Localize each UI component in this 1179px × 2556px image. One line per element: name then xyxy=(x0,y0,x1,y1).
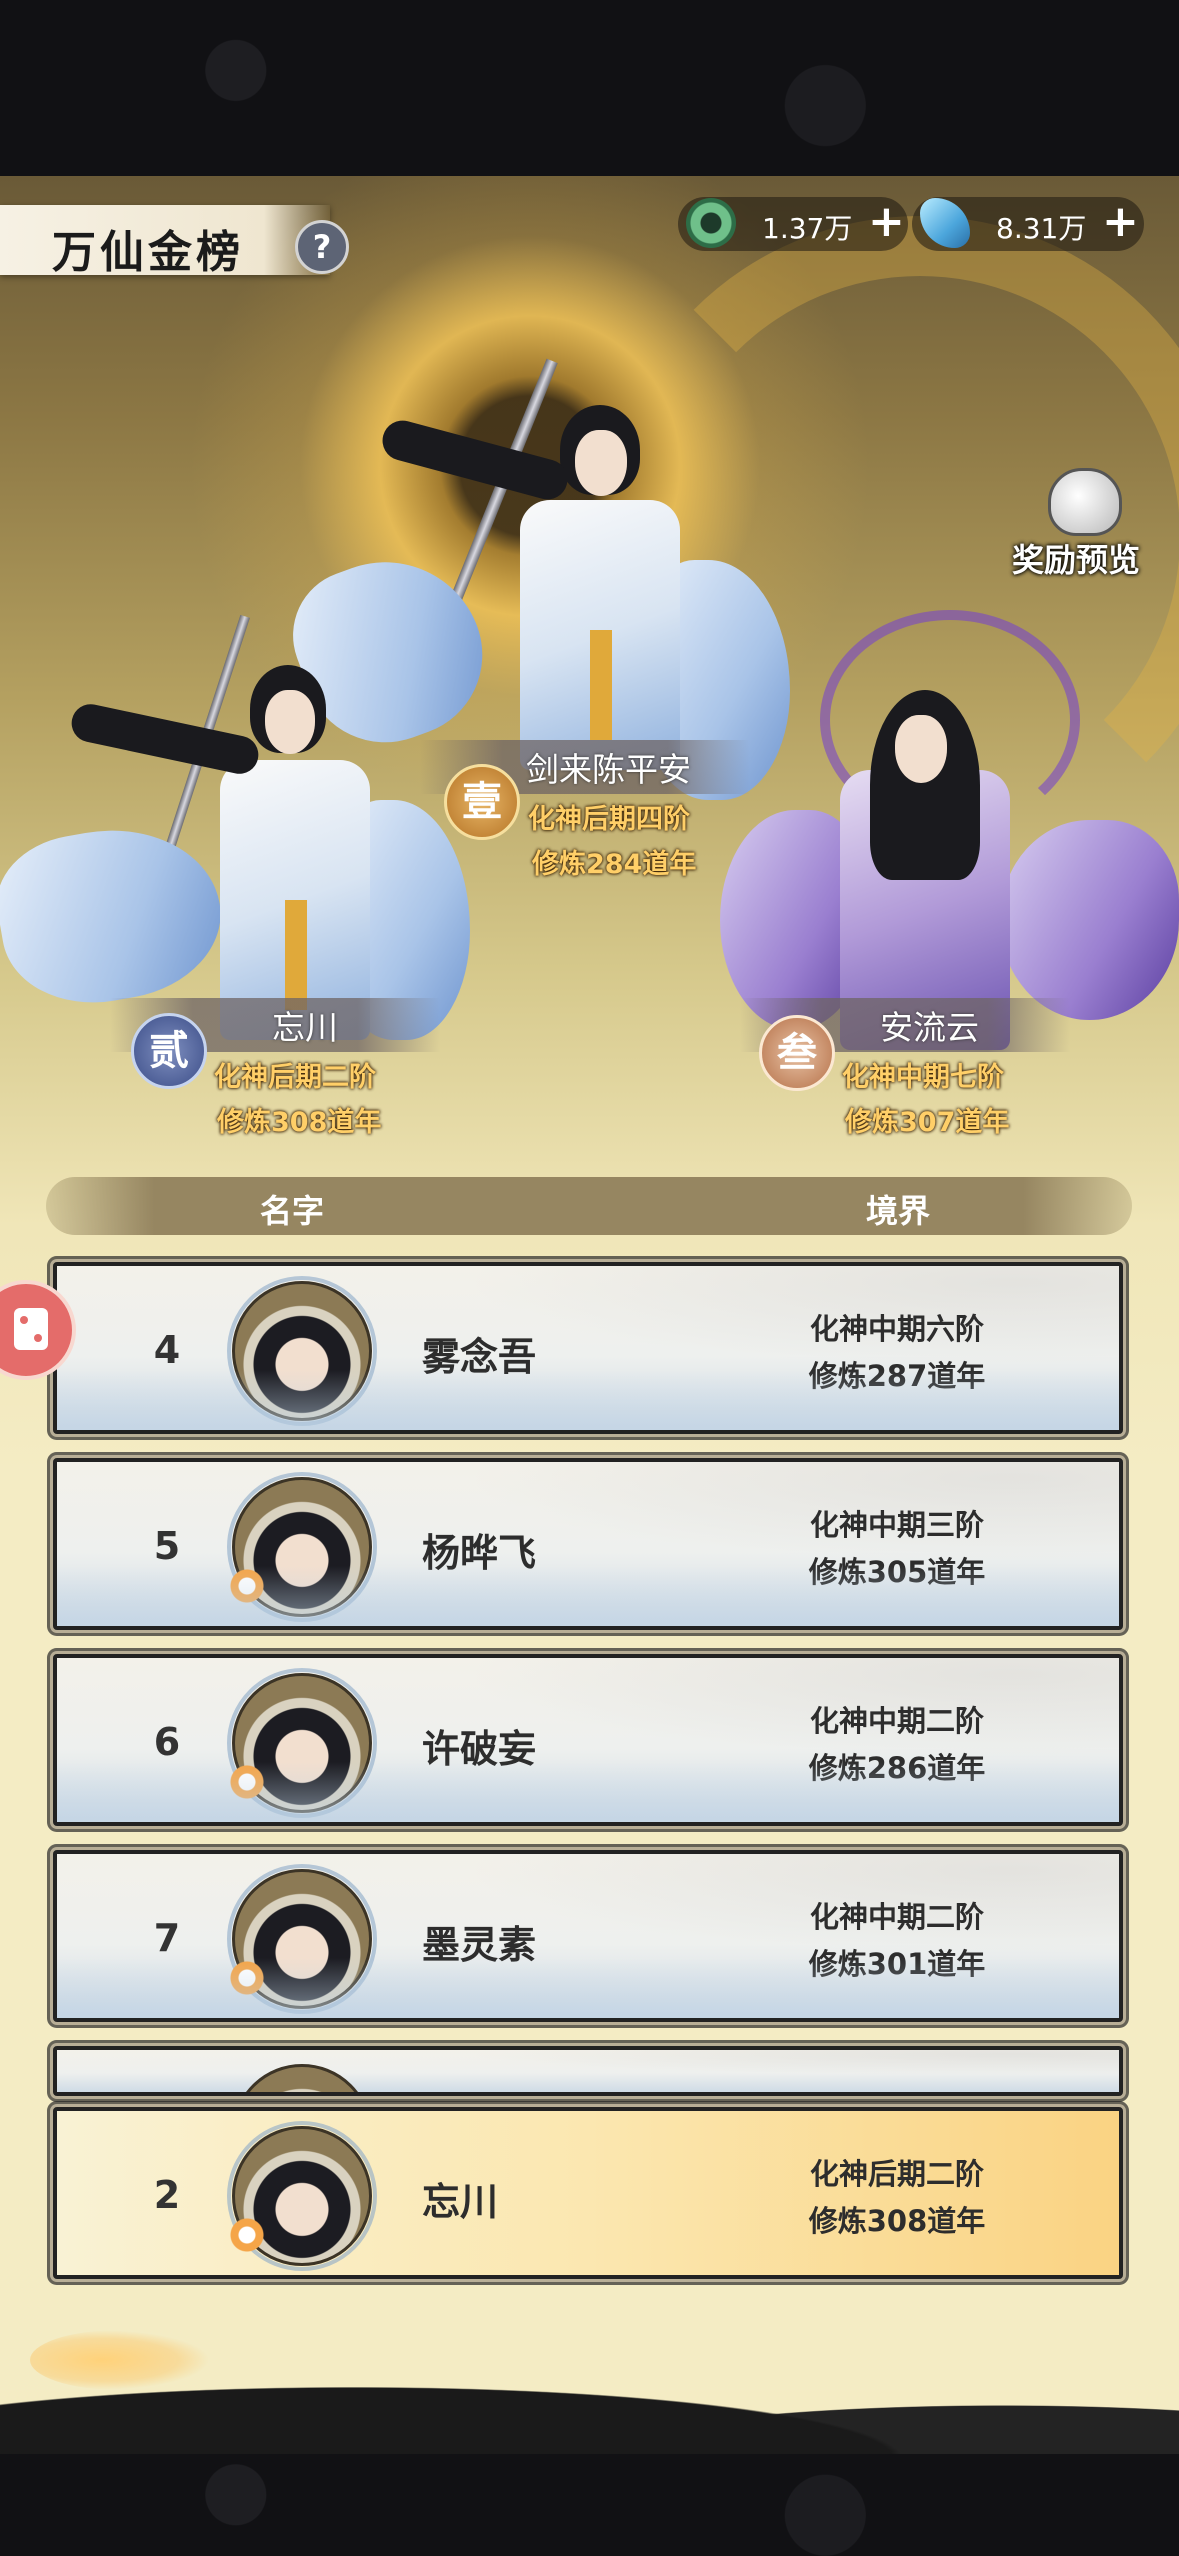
dice-icon xyxy=(14,1308,48,1350)
rank-number: 4 xyxy=(153,1328,181,1372)
champion-cultivation: 修炼284道年 xyxy=(532,849,697,880)
golden-cloud-decoration xyxy=(30,2330,210,2390)
third-place-name[interactable]: 安流云 xyxy=(880,1001,979,1049)
resource-jade-value: 1.37万 xyxy=(762,212,853,245)
jade-ring-icon xyxy=(686,198,736,248)
third-place-realm: 化神中期七阶 xyxy=(842,1062,1004,1093)
help-button[interactable]: ? xyxy=(295,220,349,274)
rank-number: 7 xyxy=(153,1916,181,1960)
runner-up-cultivation: 修炼308道年 xyxy=(217,1107,382,1138)
reward-bag-icon xyxy=(1048,468,1122,536)
player-realm: 化神中期三阶 xyxy=(809,1508,984,1542)
add-jade-button[interactable]: + xyxy=(868,196,905,247)
my-cultivation: 修炼308道年 xyxy=(808,2204,986,2238)
column-header-name: 名字 xyxy=(260,1192,325,1230)
rank-badge-1: 壹 xyxy=(444,764,520,840)
reward-preview-label: 奖励预览 xyxy=(1012,541,1141,579)
rank-number: 6 xyxy=(153,1720,181,1764)
my-rank-number: 2 xyxy=(153,2173,181,2217)
ranking-row-7[interactable]: 7 墨灵素 化神中期二阶 修炼301道年 xyxy=(53,1850,1123,2022)
resource-crystal-value: 8.31万 xyxy=(996,212,1087,245)
ranking-row-6[interactable]: 6 许破妄 化神中期二阶 修炼286道年 xyxy=(53,1654,1123,1826)
page-title: 万仙金榜 xyxy=(52,227,244,278)
ranking-row-5[interactable]: 5 杨晔飞 化神中期三阶 修炼305道年 xyxy=(53,1458,1123,1630)
my-name: 忘川 xyxy=(422,2180,499,2224)
my-realm-block: 化神后期二阶 修炼308道年 xyxy=(757,2151,1037,2245)
column-header-realm: 境界 xyxy=(866,1192,931,1230)
add-crystal-button[interactable]: + xyxy=(1102,196,1139,247)
player-realm: 化神中期二阶 xyxy=(809,1704,984,1738)
rank-badge-3: 叁 xyxy=(759,1015,835,1091)
player-realm: 化神中期二阶 xyxy=(809,1900,984,1934)
runner-up-realm: 化神后期二阶 xyxy=(214,1062,376,1093)
ranking-row-partial[interactable] xyxy=(53,2046,1123,2096)
runner-up-name[interactable]: 忘川 xyxy=(272,1001,338,1049)
rank-number: 5 xyxy=(153,1524,181,1568)
top-status-area xyxy=(0,0,1179,176)
bottom-safe-area xyxy=(0,2454,1179,2556)
ranking-list-header: 名字 境界 xyxy=(46,1177,1132,1235)
my-ranking-row[interactable]: 2 忘川 化神后期二阶 修炼308道年 xyxy=(53,2107,1123,2279)
champion-realm: 化神后期四阶 xyxy=(528,804,690,835)
my-avatar[interactable] xyxy=(227,2121,377,2271)
player-realm: 化神中期六阶 xyxy=(809,1312,984,1346)
rank-badge-2: 贰 xyxy=(131,1013,207,1089)
my-realm: 化神后期二阶 xyxy=(809,2157,984,2191)
player-avatar xyxy=(232,2064,372,2092)
third-place-cultivation: 修炼307道年 xyxy=(845,1107,1010,1138)
ranking-row-4[interactable]: 4 雾念吾 化神中期六阶 修炼287道年 xyxy=(53,1262,1123,1434)
champion-name[interactable]: 剑来陈平安 xyxy=(526,743,691,791)
